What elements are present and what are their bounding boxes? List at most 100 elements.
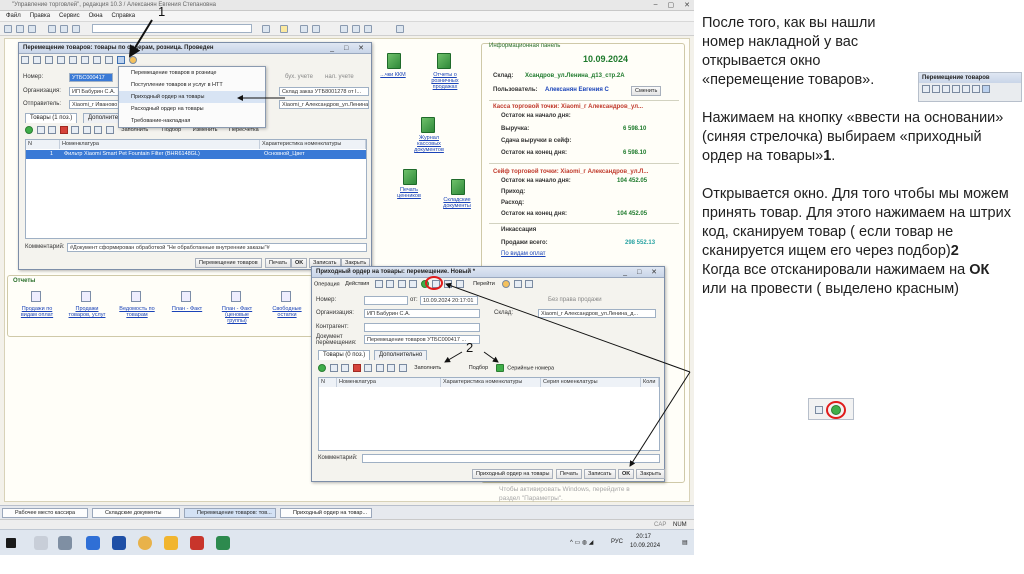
- tab-additional[interactable]: Дополнительно: [374, 350, 428, 360]
- sort-icon[interactable]: [387, 364, 396, 372]
- add-icon[interactable]: [25, 126, 33, 134]
- info-icon[interactable]: [280, 25, 288, 33]
- list-icon[interactable]: [513, 280, 522, 288]
- barcode-icon[interactable]: [105, 126, 114, 134]
- operation-menu[interactable]: Операция: [314, 281, 340, 287]
- tab-goods[interactable]: Товары (0 поз.): [318, 350, 371, 360]
- copy-icon[interactable]: [397, 280, 406, 288]
- window-tab[interactable]: Перемещение товаров: тов...: [184, 508, 276, 518]
- fill-button[interactable]: Заполнить: [414, 365, 441, 371]
- search-combo[interactable]: [92, 24, 252, 33]
- chrome-icon[interactable]: [138, 536, 152, 550]
- calendar-icon[interactable]: [312, 25, 320, 33]
- new-doc-icon[interactable]: [4, 25, 12, 33]
- table-row[interactable]: 1 Фильтр Xiaomi Smart Pet Fountain Filte…: [26, 150, 366, 159]
- report-icon[interactable]: [455, 280, 464, 288]
- paste-icon[interactable]: [72, 25, 80, 33]
- print-button[interactable]: Печать: [556, 469, 583, 479]
- settings-icon[interactable]: [396, 25, 404, 33]
- refresh-icon[interactable]: [56, 56, 65, 64]
- add-icon[interactable]: [318, 364, 326, 372]
- edit-icon[interactable]: [48, 126, 57, 134]
- report-link[interactable]: План - Факт: [165, 306, 209, 312]
- save-icon[interactable]: [374, 280, 383, 288]
- post-icon[interactable]: [21, 56, 29, 64]
- help-icon[interactable]: [128, 56, 137, 64]
- copy-row-icon[interactable]: [36, 126, 45, 134]
- comment-field[interactable]: #Документ сформирован обработкой "Не обр…: [67, 243, 367, 252]
- table-icon[interactable]: [525, 280, 534, 288]
- down-icon[interactable]: [82, 126, 91, 134]
- report-link[interactable]: Продажи товаров, услуг: [65, 306, 109, 318]
- tool-icon[interactable]: [216, 536, 230, 550]
- close-icon[interactable]: ✕: [684, 1, 690, 9]
- menu-windows[interactable]: Окна: [89, 13, 103, 21]
- serials-icon[interactable]: [495, 364, 504, 372]
- serials-button[interactable]: Серийные номера: [507, 365, 554, 371]
- window-controls[interactable]: _ □ ✕: [623, 268, 661, 276]
- print-doc-button[interactable]: Перемещение товаров: [195, 258, 262, 268]
- date-field[interactable]: 10.09.2024 20:17:01: [420, 296, 478, 305]
- copy-row-icon[interactable]: [329, 364, 338, 372]
- no-sale-right-checkbox[interactable]: Без права продажи: [548, 297, 602, 303]
- delete-icon[interactable]: [352, 364, 361, 372]
- down-icon[interactable]: [375, 364, 384, 372]
- up-icon[interactable]: [71, 126, 80, 134]
- edit-icon[interactable]: [341, 364, 350, 372]
- save-icon[interactable]: [28, 25, 36, 33]
- print-tags-link[interactable]: Печать ценников: [389, 187, 429, 199]
- goto-menu[interactable]: Перейти: [473, 281, 495, 287]
- enter-based-on-icon[interactable]: [116, 56, 125, 64]
- report-link[interactable]: Продажи по видам оплат: [15, 306, 59, 318]
- menu-item-receipt-order[interactable]: Приходный ордер на товары: [119, 91, 265, 103]
- window-tab[interactable]: Складские документы: [92, 508, 180, 518]
- history-icon[interactable]: [104, 56, 113, 64]
- language-indicator[interactable]: РУС: [611, 539, 623, 545]
- search-icon[interactable]: [34, 536, 48, 550]
- recount-button[interactable]: Пересчетка: [229, 127, 259, 133]
- menu-file[interactable]: Файл: [6, 13, 21, 21]
- minimize-icon[interactable]: –: [654, 1, 658, 9]
- tax-checkbox[interactable]: нал. учете: [325, 74, 354, 80]
- copy-icon[interactable]: [44, 56, 53, 64]
- movements-icon[interactable]: [444, 280, 452, 288]
- by-payment-link[interactable]: По видам оплат: [501, 251, 546, 257]
- ok-button[interactable]: OK: [618, 469, 635, 479]
- structure-icon[interactable]: [68, 56, 77, 64]
- tab-goods[interactable]: Товары (1 поз.): [25, 113, 78, 123]
- window-controls[interactable]: _ □ ✕: [330, 44, 368, 52]
- find-icon[interactable]: [262, 25, 270, 33]
- actions-menu[interactable]: Действия: [345, 281, 369, 287]
- window-tab[interactable]: Приходный ордер на товар...: [280, 508, 372, 518]
- report-link[interactable]: Свободные остатки: [265, 306, 309, 318]
- save-button[interactable]: Записать: [584, 469, 616, 479]
- menu-help[interactable]: Справка: [112, 13, 136, 21]
- cut-icon[interactable]: [48, 25, 56, 33]
- 1c-icon[interactable]: [164, 536, 178, 550]
- delete-icon[interactable]: [59, 126, 68, 134]
- up-icon[interactable]: [364, 364, 373, 372]
- menu-service[interactable]: Сервис: [59, 13, 80, 21]
- pick-button[interactable]: Подбор: [162, 127, 181, 133]
- ok-button[interactable]: OK: [291, 258, 308, 268]
- window-tab[interactable]: Рабочее место кассира: [2, 508, 88, 518]
- open-icon[interactable]: [16, 25, 24, 33]
- org-field[interactable]: ИП Бабурин С.А.: [364, 309, 480, 318]
- post-icon[interactable]: [386, 280, 395, 288]
- basis-field[interactable]: Склад заказ УТБ8001278 от I...: [279, 87, 369, 96]
- report-icon[interactable]: [92, 56, 101, 64]
- pick-button[interactable]: Подбор: [469, 365, 488, 371]
- print-doc-button[interactable]: Приходный ордер на товары: [472, 469, 554, 479]
- sort-icon[interactable]: [94, 126, 103, 134]
- menu-edit[interactable]: Правка: [30, 13, 50, 21]
- movements-icon[interactable]: [80, 56, 89, 64]
- help-icon[interactable]: [502, 280, 511, 288]
- menu-item[interactable]: Расходный ордер на товары: [119, 103, 265, 115]
- maximize-icon[interactable]: ▢: [668, 1, 675, 9]
- fill-button[interactable]: Заполнить: [121, 127, 148, 133]
- unpost-icon[interactable]: [32, 56, 41, 64]
- warehouse-field[interactable]: Xiaomi_г Александров_ул.Ленина_д...: [538, 309, 656, 318]
- file-icon[interactable]: [58, 536, 72, 550]
- m-plus-icon[interactable]: [352, 25, 360, 33]
- copy-icon[interactable]: [60, 25, 68, 33]
